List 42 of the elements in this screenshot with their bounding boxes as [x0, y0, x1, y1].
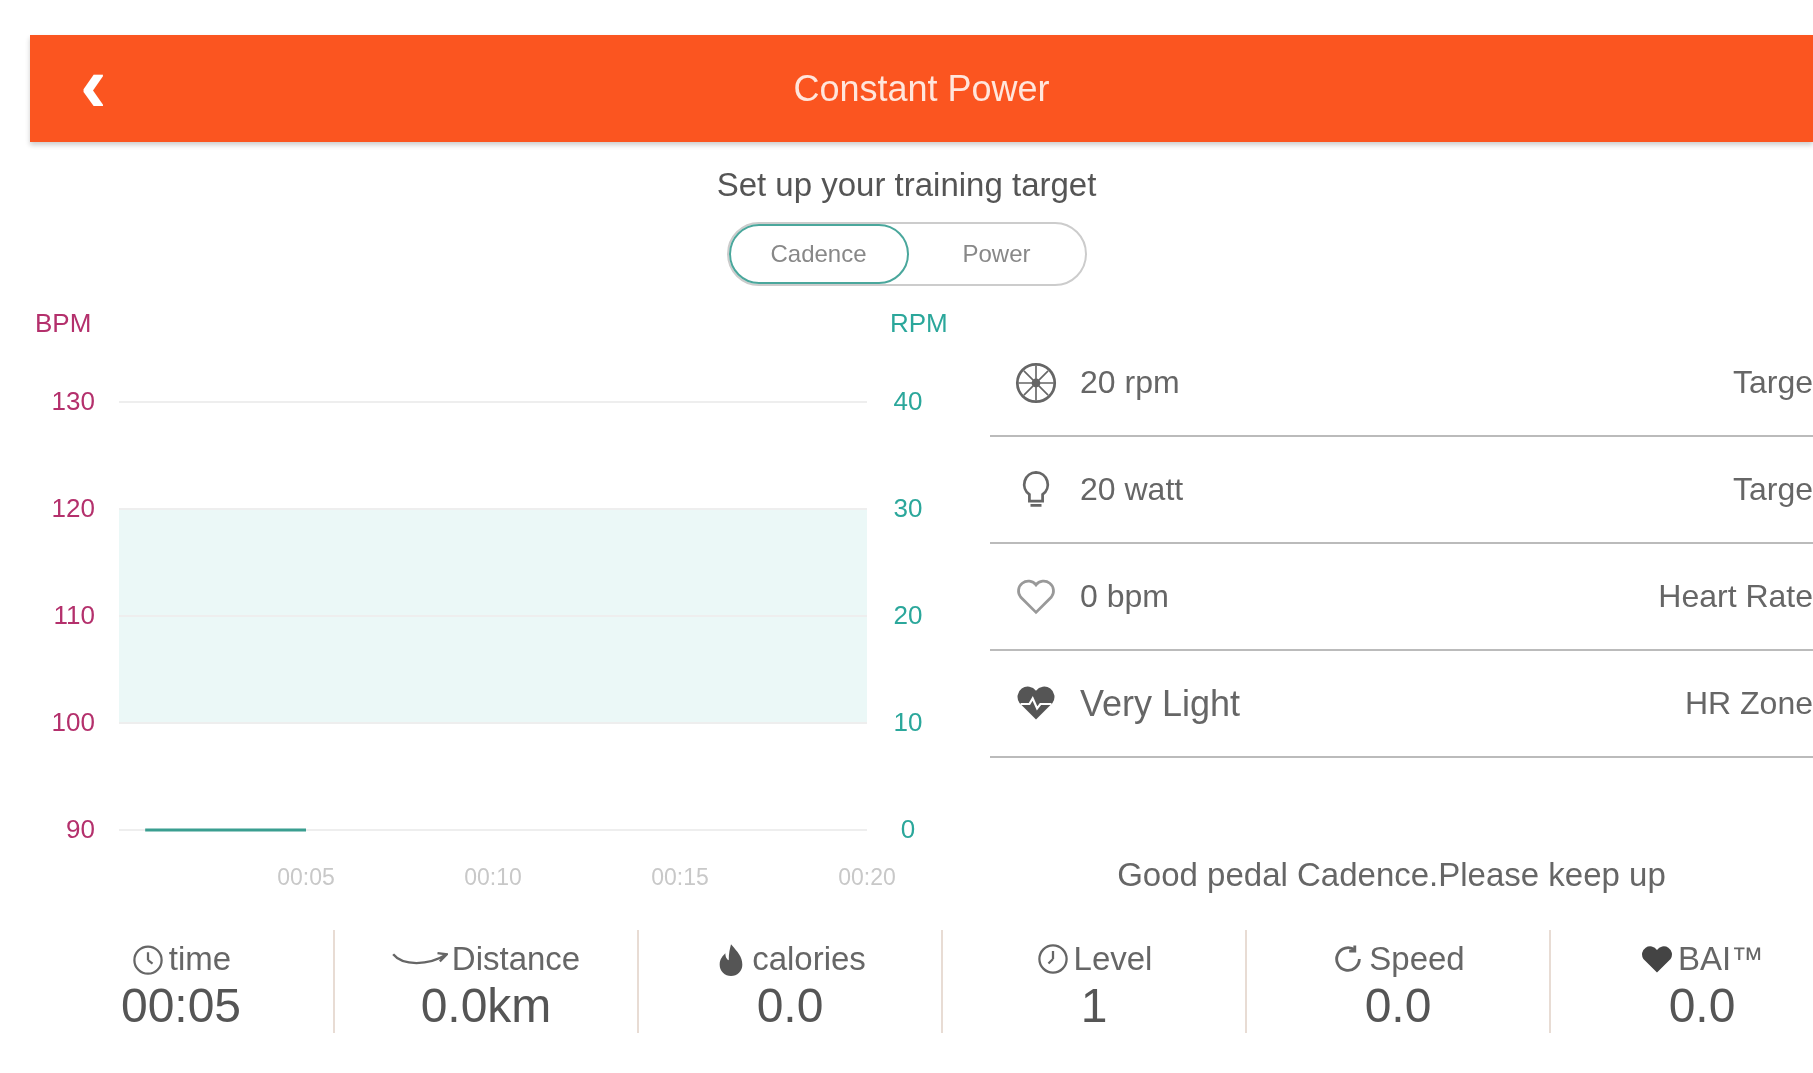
metric-value: Very Light	[1080, 682, 1241, 725]
stat-label: Level	[1073, 940, 1153, 978]
metric-label: Targe	[1732, 471, 1813, 508]
distance-icon	[391, 952, 448, 966]
wheel-icon	[1014, 360, 1058, 405]
stopwatch-icon	[130, 942, 165, 976]
mode-tab[interactable]: Cadence	[728, 224, 909, 284]
axis-tick-label: 130	[51, 386, 95, 416]
axis-tick-label: 20	[893, 600, 923, 630]
subtitle: Set up your training target	[715, 166, 1098, 204]
axis-title: RPM	[890, 308, 948, 338]
stat-value: 0.0	[756, 978, 824, 1033]
stat-label: Speed	[1369, 940, 1465, 978]
stat-label: time	[168, 940, 232, 978]
metric-label: Heart Rate	[1658, 578, 1813, 615]
axis-tick-label: 40	[893, 386, 923, 416]
stat-value: 0.0	[1668, 978, 1736, 1033]
back-button[interactable]: ‹	[70, 44, 117, 133]
axis-tick-label: 120	[51, 493, 95, 523]
stat-value: 00:05	[120, 978, 242, 1033]
axis-tick-label: 10	[893, 707, 923, 737]
axis-tick-label: 110	[53, 600, 95, 630]
stat-label: Distance	[451, 940, 581, 978]
stat-label: calories	[752, 940, 866, 978]
mode-tab[interactable]: Power	[908, 224, 1085, 284]
stat-label: BAI™	[1677, 940, 1765, 978]
metric-value: 20 watt	[1080, 471, 1184, 508]
axis-tick-label: 90	[66, 814, 95, 844]
status-message: Good pedal Cadence.Please keep up	[1116, 856, 1667, 894]
screen-title: Constant Power	[793, 67, 1050, 110]
metric-label: Targe	[1732, 364, 1813, 401]
metric-value: 20 rpm	[1080, 364, 1180, 401]
metric-label: HR Zone	[1684, 685, 1813, 722]
axis-tick-label: 0	[900, 814, 916, 844]
metric-value: 0 bpm	[1080, 578, 1169, 615]
stat-value: 0.0km	[420, 978, 552, 1033]
stat-value: 0.0	[1364, 978, 1432, 1033]
axis-tick-label: 100	[51, 707, 95, 737]
clock-icon	[1035, 942, 1070, 976]
stat-value: 1	[1080, 978, 1108, 1033]
axis-title: BPM	[35, 308, 92, 338]
axis-tick-label: 30	[893, 493, 923, 523]
